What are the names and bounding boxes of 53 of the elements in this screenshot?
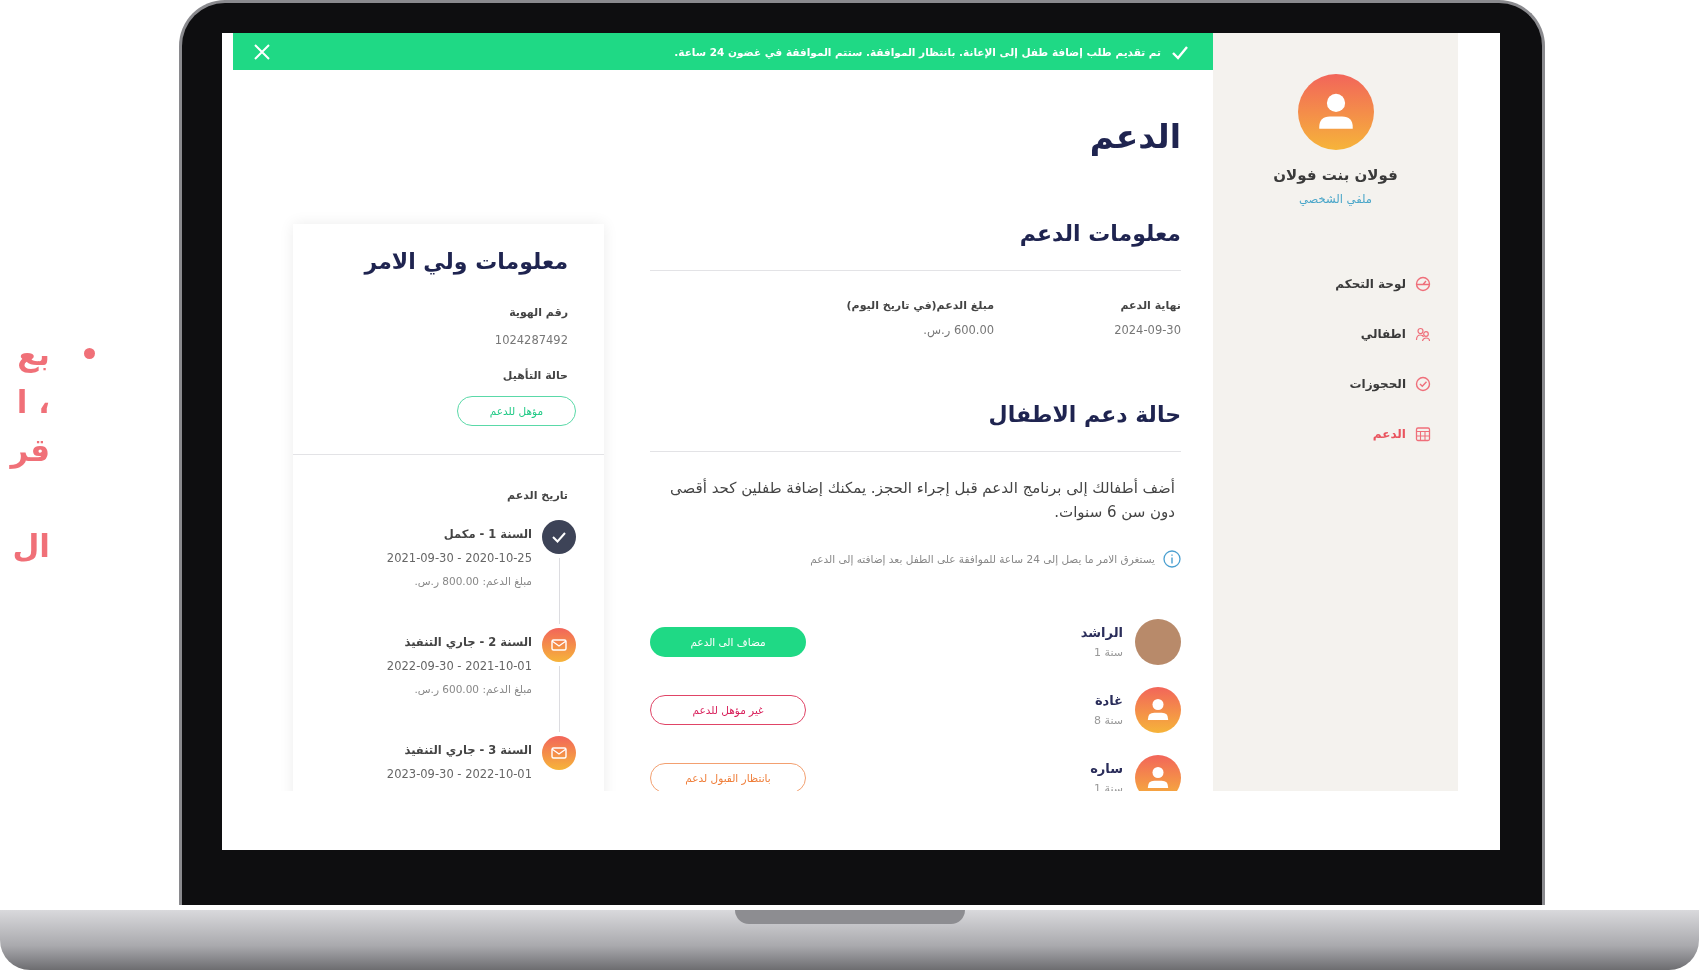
field-label: مبلغ الدعم(في تاريخ اليوم): [846, 299, 995, 312]
field-value: 2024-09-30: [1114, 323, 1181, 337]
grid-icon: [1415, 426, 1431, 442]
sidebar-item[interactable]: اطفالي: [1360, 320, 1431, 348]
field-label: حالة التأهيل: [502, 369, 568, 382]
history-dates: 2022-09-30 - 2021-10-01: [386, 659, 532, 673]
field-label: رقم الهوية: [509, 306, 568, 319]
avatar-icon: [1297, 74, 1374, 150]
history-dates: 2023-09-30 - 2022-10-01: [386, 767, 532, 781]
status-button[interactable]: بانتظار القبول لدعم: [650, 763, 806, 791]
envelope-icon: [542, 628, 576, 662]
child-name: غادة: [1093, 693, 1123, 708]
section-heading: حالة دعم الاطفال: [650, 399, 1181, 452]
slide-text-fragment: ال: [11, 527, 50, 566]
profile-link[interactable]: ملفي الشخصي: [1299, 192, 1372, 206]
sidebar-item[interactable]: الدعم: [1372, 420, 1431, 448]
gauge-icon: [1415, 276, 1431, 292]
sidebar-item[interactable]: لوحة التحكم: [1335, 270, 1431, 298]
child-age: 1 سنة: [1094, 646, 1123, 659]
history-amount: مبلغ الدعم: 600.00 ر.س.: [414, 683, 532, 695]
child-name: ساره: [1089, 761, 1123, 776]
info-note: يستغرق الامر ما يصل إلى 24 ساعة للموافقة على الطفل بعد إضافته إلى الدعم: [810, 553, 1155, 565]
people-icon: [1415, 326, 1431, 342]
description-text: أضف أطفالك إلى برنامج الدعم قبل إجراء الحجز. يمكنك إضافة طفلين كحد أقصى دون سن 6 سنوات.: [669, 477, 1176, 523]
history-title: السنة 3 - جاري التنفيذ: [404, 743, 532, 757]
banner-message: تم تقديم طلب إضافة طفل إلى الإعانة. بانتظار الموافقة. ستتم الموافقة في غضون 24 ساعة.: [673, 45, 1161, 58]
close-button[interactable]: [253, 42, 271, 61]
status-button[interactable]: غير مؤهل للدعم: [650, 695, 806, 725]
bullet-dot: [84, 348, 95, 359]
field-label: تاريخ الدعم: [507, 489, 568, 502]
field-value: 600.00 ر.س.: [923, 323, 995, 337]
field-label: نهاية الدعم: [1120, 299, 1181, 312]
section-heading: معلومات الدعم: [650, 218, 1181, 271]
check-circle-icon: [1415, 376, 1431, 392]
envelope-icon: [542, 736, 576, 770]
child-name: الراشد: [1079, 625, 1123, 640]
field-value: 1024287492: [494, 333, 568, 347]
history-amount: مبلغ الدعم: 800.00 ر.س.: [414, 575, 532, 587]
history-dates: 2021-09-30 - 2020-10-25: [386, 551, 532, 565]
page-title: الدعم: [1088, 116, 1181, 158]
card-title: معلومات ولي الامر: [364, 248, 568, 277]
history-title: السنة 1 - مكمل: [443, 527, 532, 541]
info-icon: [1163, 550, 1181, 568]
user-name: فولان بنت فولان: [1273, 166, 1398, 184]
child-age: 8 سنة: [1094, 714, 1123, 727]
slide-text-fragment: بع: [16, 335, 50, 375]
close-icon: [253, 42, 271, 61]
slide-text-fragment: ، ا: [15, 383, 50, 422]
sidebar-item[interactable]: الحجوزات: [1349, 370, 1431, 398]
check-icon: [542, 520, 576, 554]
slide-text-fragment: قر: [8, 431, 50, 471]
eligibility-badge: مؤهل للدعم: [457, 396, 576, 426]
history-title: السنة 2 - جاري التنفيذ: [404, 635, 532, 649]
